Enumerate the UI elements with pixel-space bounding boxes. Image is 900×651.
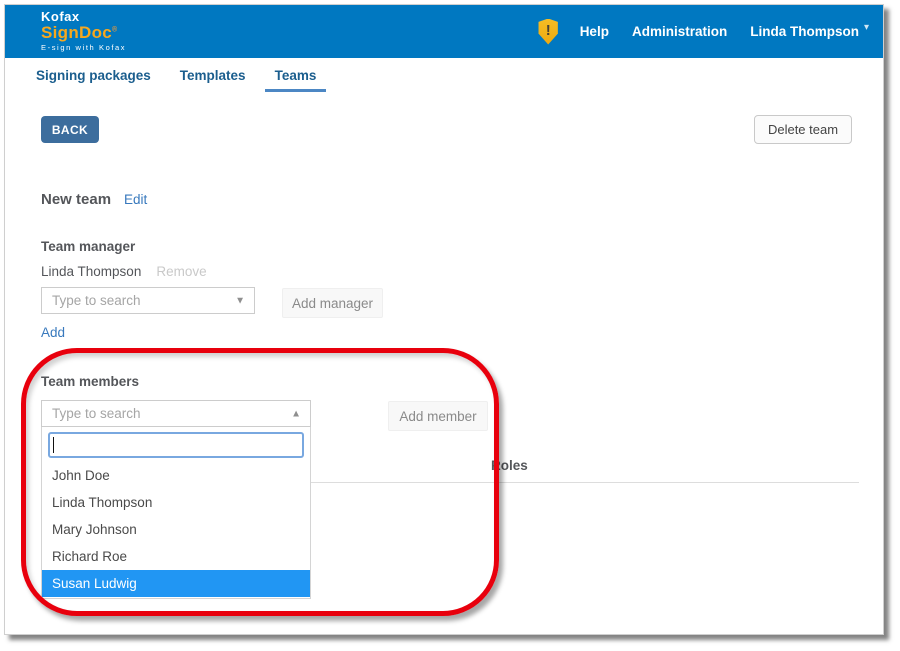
member-search-input[interactable] [42,401,310,426]
delete-team-button[interactable]: Delete team [754,115,852,144]
main-tab-bar: Signing packages Templates Teams [5,58,883,92]
kofax-signdoc-logo: Kofax SignDoc® E-sign with Kofax [41,10,126,52]
team-members-title: Team members [41,374,139,389]
manager-name: Linda Thompson [41,264,141,279]
dropdown-option-susan-ludwig-selected[interactable]: Susan Ludwig [42,570,310,597]
dropdown-filter-wrap [48,432,304,458]
chevron-down-icon: ▾ [864,22,869,33]
team-name-row: New team Edit [41,191,147,208]
user-menu[interactable]: Linda Thompson ▾ [750,24,869,39]
edit-team-link[interactable]: Edit [124,192,147,207]
tab-templates[interactable]: Templates [170,58,256,92]
member-search-combobox[interactable]: ▲ [41,400,311,427]
top-header-bar: Kofax SignDoc® E-sign with Kofax ! Help … [5,5,883,58]
add-manager-link[interactable]: Add [41,325,65,340]
warning-shield-icon[interactable]: ! [538,19,559,45]
app-window: Kofax SignDoc® E-sign with Kofax ! Help … [4,4,884,635]
registered-mark: ® [112,26,117,33]
tab-teams[interactable]: Teams [265,58,327,92]
add-member-button[interactable]: Add member [388,401,488,431]
roles-column-header: Roles [491,458,528,473]
logo-tagline: E-sign with Kofax [41,44,126,52]
dropdown-option-richard-roe[interactable]: Richard Roe [42,543,310,570]
add-manager-button[interactable]: Add manager [282,288,383,318]
team-manager-title: Team manager [41,239,135,254]
text-cursor [53,437,54,453]
dropdown-option-mary-johnson[interactable]: Mary Johnson [42,516,310,543]
top-navigation: ! Help Administration Linda Thompson ▾ [538,5,869,58]
dropdown-filter-input[interactable] [48,432,304,458]
user-name: Linda Thompson [750,24,859,39]
dropdown-option-john-doe[interactable]: John Doe [42,462,310,489]
logo-signdoc-text: SignDoc® [41,24,126,41]
member-search-dropdown: John Doe Linda Thompson Mary Johnson Ric… [41,427,311,599]
remove-manager-link[interactable]: Remove [156,264,206,279]
back-button[interactable]: BACK [41,116,99,143]
team-name: New team [41,191,111,208]
logo-kofax-text: Kofax [41,10,126,23]
manager-list-row: Linda Thompson Remove [41,264,207,279]
manager-search-input[interactable] [42,288,254,313]
dropdown-option-linda-thompson[interactable]: Linda Thompson [42,489,310,516]
help-link[interactable]: Help [580,24,609,39]
administration-link[interactable]: Administration [632,24,727,39]
manager-search-combobox[interactable]: ▼ [41,287,255,314]
tab-signing-packages[interactable]: Signing packages [26,58,161,92]
